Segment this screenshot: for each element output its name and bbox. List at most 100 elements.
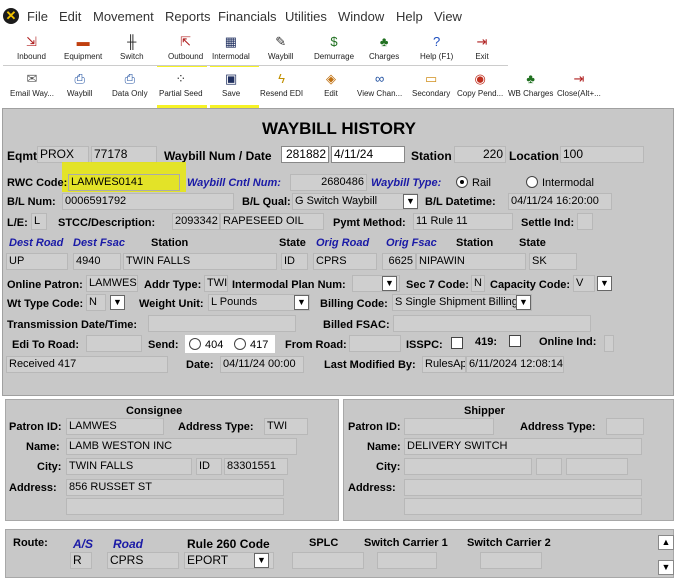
consignee-addr-type-label: Address Type: — [178, 421, 254, 433]
shipper-patron-field[interactable] — [404, 418, 494, 435]
settle-ind-field[interactable] — [577, 213, 593, 230]
consignee-addr-type-field[interactable]: TWI — [264, 418, 308, 435]
intermodal-label: Intermodal — [542, 177, 594, 189]
consignee-patron-field[interactable]: LAMWES — [66, 418, 164, 435]
consignee-name-field[interactable]: LAMB WESTON INC — [66, 438, 297, 455]
send-417-label: 417 — [250, 339, 269, 351]
capacity-code-dropdown[interactable]: ▼ — [597, 276, 612, 291]
orig-fsac-field[interactable]: 6625 — [382, 253, 416, 270]
stcc-label: STCC/Description: — [58, 217, 156, 229]
pymt-method-field[interactable]: 11 Rule 11 — [413, 213, 513, 230]
consignee-city-field[interactable]: TWIN FALLS — [66, 458, 192, 475]
scroll-down-button[interactable]: ▼ — [658, 560, 674, 575]
switch-carrier1-label: Switch Carrier 1 — [364, 537, 448, 549]
billed-fsac-label: Billed FSAC: — [323, 319, 390, 331]
shipper-zip-field[interactable] — [566, 458, 628, 475]
consignee-state-field[interactable]: ID — [196, 458, 222, 475]
n419-checkbox[interactable] — [509, 335, 521, 347]
shipper-address-line2[interactable] — [404, 498, 642, 515]
consignee-address-line2[interactable] — [66, 498, 284, 515]
rwc-code-field[interactable]: LAMWES0141 — [68, 174, 180, 191]
send-404-radio[interactable] — [189, 338, 201, 350]
consignee-city-label: City: — [37, 461, 62, 473]
shipper-addr-type-field[interactable] — [606, 418, 644, 435]
isspc-checkbox[interactable] — [451, 337, 463, 349]
send-label: Send: — [148, 339, 179, 351]
billing-code-label: Billing Code: — [320, 298, 388, 310]
edi-to-road-field[interactable] — [86, 335, 142, 352]
switch-carrier1-field[interactable] — [377, 552, 437, 569]
wt-type-field[interactable]: N — [86, 294, 106, 311]
orig-state-field[interactable]: SK — [529, 253, 577, 270]
intermodal-radio[interactable] — [526, 176, 538, 188]
bl-qual-field[interactable]: G Switch Waybill — [292, 193, 418, 210]
date-field[interactable]: 04/11/24 00:00 — [220, 356, 304, 373]
dest-state-field[interactable]: ID — [281, 253, 308, 270]
shipper-name-field[interactable]: DELIVERY SWITCH — [404, 438, 642, 455]
dest-fsac-field[interactable]: 4940 — [73, 253, 121, 270]
dest-state-label: State — [279, 237, 306, 249]
bl-num-field[interactable]: 0006591792 — [62, 193, 234, 210]
scroll-up-button[interactable]: ▲ — [658, 535, 674, 550]
received-field[interactable]: Received 417 — [6, 356, 168, 373]
settle-ind-label: Settle Ind: — [521, 217, 575, 229]
transmission-dt-field[interactable] — [148, 315, 296, 332]
from-road-label: From Road: — [285, 339, 347, 351]
switch-carrier2-field[interactable] — [480, 552, 542, 569]
capacity-code-field[interactable]: V — [573, 275, 595, 292]
billed-fsac-field[interactable] — [393, 315, 591, 332]
stcc-field[interactable]: 2093342 — [172, 213, 220, 230]
sec7-code-label: Sec 7 Code: — [406, 279, 469, 291]
last-modified-user-field[interactable]: RulesAp — [422, 356, 466, 373]
wt-type-dropdown[interactable]: ▼ — [110, 295, 125, 310]
stcc-description-field[interactable]: RAPESEED OIL — [220, 213, 324, 230]
online-patron-field[interactable]: LAMWES — [86, 275, 138, 292]
as-field[interactable]: R — [70, 552, 92, 569]
orig-fsac-label: Orig Fsac — [386, 237, 437, 249]
bl-qual-label: B/L Qual: — [242, 196, 291, 208]
shipper-address-line1[interactable] — [404, 479, 642, 496]
edi-to-road-label: Edi To Road: — [12, 339, 80, 351]
route-panel: Route: A/S Road Rule 260 Code SPLC Switc… — [5, 529, 674, 578]
weight-unit-label: Weight Unit: — [139, 298, 204, 310]
bl-datetime-label: B/L Datetime: — [425, 196, 496, 208]
road-field[interactable]: CPRS — [107, 552, 179, 569]
route-label: Route: — [13, 537, 48, 549]
orig-road-field[interactable]: CPRS — [313, 253, 377, 270]
addr-type-field[interactable]: TWI — [204, 275, 228, 292]
waybill-cntl-field[interactable]: 2680486 — [290, 174, 367, 191]
bl-datetime-field[interactable]: 04/11/24 16:20:00 — [508, 193, 612, 210]
sec7-code-field[interactable]: N — [471, 275, 485, 292]
shipper-city-field[interactable] — [404, 458, 532, 475]
splc-field[interactable] — [292, 552, 364, 569]
shipper-name-label: Name: — [367, 441, 401, 453]
consignee-zip-field[interactable]: 83301551 — [224, 458, 288, 475]
rule260-dropdown[interactable]: ▼ — [254, 553, 269, 568]
dest-station-field[interactable]: TWIN FALLS — [123, 253, 277, 270]
online-ind-field[interactable] — [604, 335, 614, 352]
consignee-address-line1[interactable]: 856 RUSSET ST — [66, 479, 284, 496]
billing-code-field[interactable]: S Single Shipment Billing — [392, 294, 532, 311]
from-road-field[interactable] — [349, 335, 401, 352]
send-404-label: 404 — [205, 339, 224, 351]
bl-qual-dropdown[interactable]: ▼ — [403, 194, 418, 209]
isspc-label: ISSPC: — [406, 339, 443, 351]
rwc-code-label: RWC Code: — [7, 177, 68, 189]
last-modified-datetime-field[interactable]: 6/11/2024 12:08:14 — [466, 356, 564, 373]
online-ind-label: Online Ind: — [539, 336, 597, 348]
shipper-city-label: City: — [376, 461, 401, 473]
dest-road-field[interactable]: UP — [6, 253, 68, 270]
consignee-patron-label: Patron ID: — [9, 421, 62, 433]
consignee-name-label: Name: — [26, 441, 60, 453]
shipper-state-field[interactable] — [536, 458, 562, 475]
consignee-title: Consignee — [126, 405, 183, 417]
rail-radio[interactable] — [456, 176, 468, 188]
weight-unit-dropdown[interactable]: ▼ — [294, 295, 309, 310]
send-417-radio[interactable] — [234, 338, 246, 350]
shipper-addr-type-label: Address Type: — [520, 421, 596, 433]
billing-code-dropdown[interactable]: ▼ — [516, 295, 531, 310]
orig-station-field[interactable]: NIPAWIN — [416, 253, 526, 270]
waybill-cntl-label: Waybill Cntl Num: — [187, 177, 281, 189]
le-field[interactable]: L — [31, 213, 47, 230]
intermodal-plan-dropdown[interactable]: ▼ — [382, 276, 397, 291]
